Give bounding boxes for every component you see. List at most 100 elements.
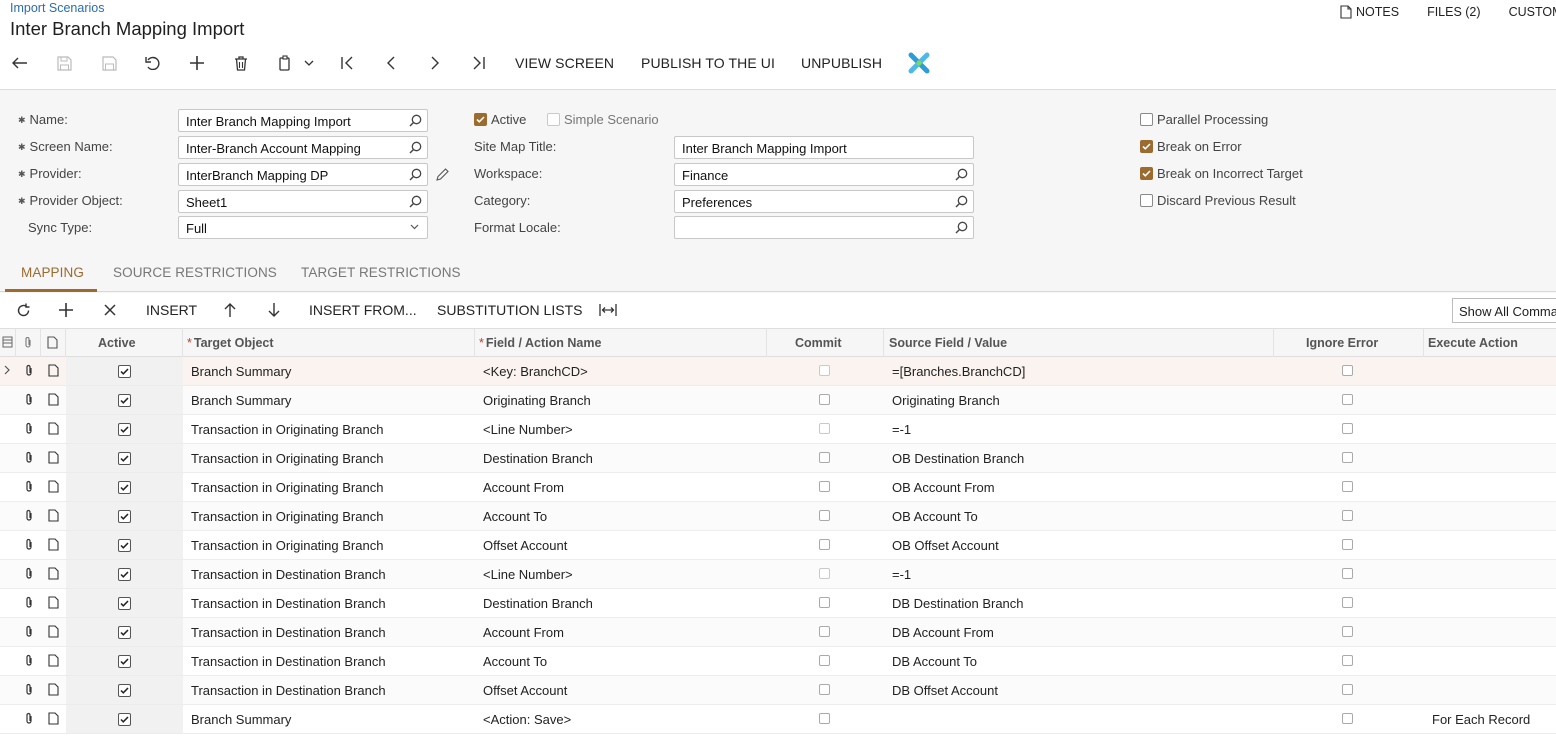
source-field-cell[interactable]: DB Account From bbox=[892, 625, 994, 640]
publish-button[interactable]: PUBLISH TO THE UI bbox=[641, 55, 775, 71]
source-field-cell[interactable]: DB Offset Account bbox=[892, 683, 998, 698]
row-ignore-error-checkbox[interactable] bbox=[1342, 394, 1353, 405]
source-field-cell[interactable]: =-1 bbox=[892, 422, 911, 437]
row-active-checkbox[interactable] bbox=[118, 684, 131, 697]
site-map-title-field[interactable]: Inter Branch Mapping Import bbox=[674, 136, 974, 159]
previous-record-icon[interactable] bbox=[381, 53, 401, 73]
note-icon[interactable] bbox=[48, 596, 59, 609]
undo-icon[interactable] bbox=[143, 53, 163, 73]
row-active-checkbox[interactable] bbox=[118, 539, 131, 552]
search-icon[interactable] bbox=[409, 141, 422, 154]
source-field-cell[interactable]: DB Destination Branch bbox=[892, 596, 1024, 611]
field-action-cell[interactable]: Offset Account bbox=[483, 683, 567, 698]
target-object-cell[interactable]: Branch Summary bbox=[191, 393, 291, 408]
row-active-checkbox[interactable] bbox=[118, 568, 131, 581]
search-icon[interactable] bbox=[409, 168, 422, 181]
category-field[interactable]: Preferences bbox=[674, 190, 974, 213]
row-commit-checkbox[interactable] bbox=[819, 365, 830, 376]
execute-action-cell[interactable]: For Each Record bbox=[1432, 712, 1530, 727]
search-icon[interactable] bbox=[409, 114, 422, 127]
ai-assistant-icon[interactable] bbox=[907, 51, 931, 75]
row-active-checkbox[interactable] bbox=[118, 510, 131, 523]
field-action-cell[interactable]: Account To bbox=[483, 509, 547, 524]
substitution-lists-button[interactable]: SUBSTITUTION LISTS bbox=[437, 302, 582, 318]
breadcrumb[interactable]: Import Scenarios bbox=[10, 1, 104, 15]
name-field[interactable]: Inter Branch Mapping Import bbox=[178, 109, 428, 132]
row-active-checkbox[interactable] bbox=[118, 423, 131, 436]
row-ignore-error-checkbox[interactable] bbox=[1342, 365, 1353, 376]
table-row[interactable]: Transaction in Destination Branch Account… bbox=[0, 647, 1556, 676]
source-field-cell[interactable]: =-1 bbox=[892, 567, 911, 582]
move-up-icon[interactable] bbox=[220, 300, 240, 320]
customization-button[interactable]: CUSTOM bbox=[1509, 5, 1556, 19]
row-active-checkbox[interactable] bbox=[118, 452, 131, 465]
tab-mapping[interactable]: MAPPING bbox=[21, 265, 84, 280]
insert-from-button[interactable]: INSERT FROM... bbox=[309, 302, 417, 318]
tab-target-restrictions[interactable]: TARGET RESTRICTIONS bbox=[301, 265, 461, 280]
search-icon[interactable] bbox=[409, 195, 422, 208]
first-record-icon[interactable] bbox=[337, 53, 357, 73]
row-ignore-error-checkbox[interactable] bbox=[1342, 481, 1353, 492]
attachment-icon[interactable] bbox=[24, 393, 34, 406]
row-ignore-error-checkbox[interactable] bbox=[1342, 510, 1353, 521]
row-active-checkbox[interactable] bbox=[118, 626, 131, 639]
target-object-cell[interactable]: Transaction in Originating Branch bbox=[191, 480, 383, 495]
attachment-icon[interactable] bbox=[24, 538, 34, 551]
field-action-cell[interactable]: <Key: BranchCD> bbox=[483, 364, 588, 379]
row-commit-checkbox[interactable] bbox=[819, 655, 830, 666]
target-object-cell[interactable]: Transaction in Destination Branch bbox=[191, 654, 386, 669]
table-row[interactable]: Branch Summary Originating Branch Originat… bbox=[0, 386, 1556, 415]
field-action-cell[interactable]: Account From bbox=[483, 625, 564, 640]
search-icon[interactable] bbox=[955, 168, 968, 181]
target-object-cell[interactable]: Transaction in Destination Branch bbox=[191, 625, 386, 640]
source-field-cell[interactable]: OB Account To bbox=[892, 509, 978, 524]
table-row[interactable]: Transaction in Destination Branch Offset … bbox=[0, 676, 1556, 705]
row-active-checkbox[interactable] bbox=[118, 655, 131, 668]
edit-pencil-icon[interactable] bbox=[436, 168, 449, 181]
delete-row-icon[interactable] bbox=[100, 300, 120, 320]
row-ignore-error-checkbox[interactable] bbox=[1342, 597, 1353, 608]
note-icon[interactable] bbox=[48, 712, 59, 725]
discard-previous-result-checkbox[interactable] bbox=[1140, 194, 1153, 207]
note-icon[interactable] bbox=[48, 567, 59, 580]
save-close-icon[interactable] bbox=[99, 53, 119, 73]
attachment-icon[interactable] bbox=[24, 567, 34, 580]
field-action-cell[interactable]: Originating Branch bbox=[483, 393, 591, 408]
row-ignore-error-checkbox[interactable] bbox=[1342, 713, 1353, 724]
col-header-ignore-error[interactable]: Ignore Error bbox=[1306, 336, 1378, 350]
target-object-cell[interactable]: Transaction in Originating Branch bbox=[191, 509, 383, 524]
table-row[interactable]: Transaction in Originating Branch Offset … bbox=[0, 531, 1556, 560]
note-icon[interactable] bbox=[48, 625, 59, 638]
chevron-down-icon[interactable] bbox=[299, 53, 319, 73]
target-object-cell[interactable]: Transaction in Destination Branch bbox=[191, 596, 386, 611]
note-icon[interactable] bbox=[48, 480, 59, 493]
add-icon[interactable] bbox=[187, 53, 207, 73]
parallel-processing-checkbox[interactable] bbox=[1140, 113, 1153, 126]
attachment-icon[interactable] bbox=[24, 625, 34, 638]
attachment-icon[interactable] bbox=[24, 451, 34, 464]
target-object-cell[interactable]: Transaction in Destination Branch bbox=[191, 567, 386, 582]
target-object-cell[interactable]: Branch Summary bbox=[191, 364, 291, 379]
col-header-target-object[interactable]: * Target Object bbox=[187, 336, 274, 350]
col-header-field-action[interactable]: * Field / Action Name bbox=[479, 336, 601, 350]
move-down-icon[interactable] bbox=[264, 300, 284, 320]
row-ignore-error-checkbox[interactable] bbox=[1342, 655, 1353, 666]
row-ignore-error-checkbox[interactable] bbox=[1342, 539, 1353, 550]
workspace-field[interactable]: Finance bbox=[674, 163, 974, 186]
notes-button[interactable]: NOTES bbox=[1340, 5, 1399, 19]
copy-paste-icon[interactable] bbox=[275, 53, 295, 73]
row-commit-checkbox[interactable] bbox=[819, 394, 830, 405]
field-action-cell[interactable]: Destination Branch bbox=[483, 451, 593, 466]
sync-type-select[interactable]: Full bbox=[178, 216, 428, 239]
field-action-cell[interactable]: <Action: Save> bbox=[483, 712, 571, 727]
attachment-icon[interactable] bbox=[24, 683, 34, 696]
search-icon[interactable] bbox=[955, 195, 968, 208]
note-icon[interactable] bbox=[48, 422, 59, 435]
row-active-checkbox[interactable] bbox=[118, 394, 131, 407]
provider-field[interactable]: InterBranch Mapping DP bbox=[178, 163, 428, 186]
row-commit-checkbox[interactable] bbox=[819, 713, 830, 724]
field-action-cell[interactable]: Offset Account bbox=[483, 538, 567, 553]
source-field-cell[interactable]: OB Offset Account bbox=[892, 538, 999, 553]
row-commit-checkbox[interactable] bbox=[819, 626, 830, 637]
table-row[interactable]: Branch Summary <Key: BranchCD> =[Branches.… bbox=[0, 357, 1556, 386]
